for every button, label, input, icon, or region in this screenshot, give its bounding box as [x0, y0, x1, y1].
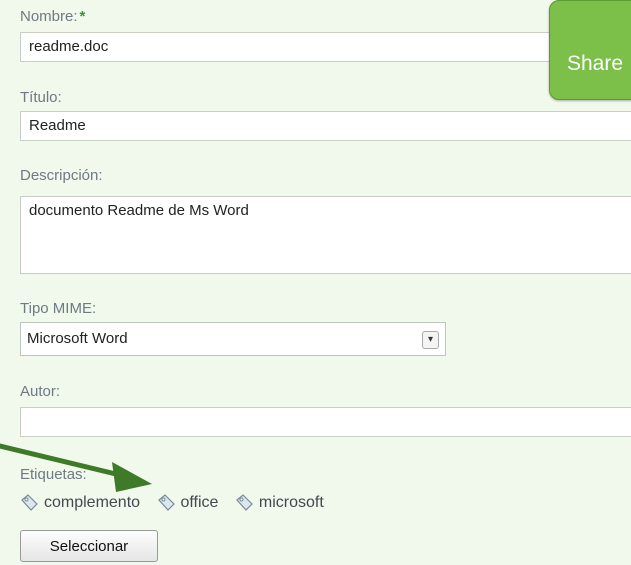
tag-item[interactable]: microsoft: [235, 494, 324, 512]
nombre-label: Nombre: *: [20, 8, 85, 25]
select-arrow-icon[interactable]: ▾: [422, 331, 439, 349]
descripcion-textarea[interactable]: documento Readme de Ms Word: [20, 196, 631, 274]
descripcion-label: Descripción:: [20, 167, 103, 184]
tag-icon: [157, 494, 175, 511]
tag-list: complemento office microsoft: [20, 494, 336, 517]
tag-icon: [236, 494, 253, 511]
nombre-label-text: Nombre:: [20, 8, 78, 25]
tag-item[interactable]: office: [157, 494, 219, 512]
tipo-mime-select[interactable]: Microsoft Word ▾: [20, 322, 446, 356]
tag-label: microsoft: [258, 494, 324, 511]
tag-label: office: [180, 494, 219, 511]
titulo-label: Título:: [20, 89, 62, 106]
nombre-field[interactable]: readme.doc: [20, 32, 631, 62]
tag-icon: [21, 494, 38, 511]
autor-field[interactable]: [20, 407, 631, 437]
etiquetas-label: Etiquetas:: [20, 466, 87, 483]
titulo-field[interactable]: Readme: [20, 111, 631, 141]
seleccionar-button[interactable]: Seleccionar: [20, 530, 158, 562]
tag-item[interactable]: complemento: [20, 494, 140, 512]
tipo-mime-value: Microsoft Word: [27, 330, 128, 347]
tipo-mime-label: Tipo MIME:: [20, 300, 97, 317]
required-mark: *: [79, 8, 86, 25]
share-button[interactable]: Share: [549, 0, 631, 100]
share-label: Share: [567, 52, 624, 75]
annotation-arrow-icon: [0, 443, 152, 492]
autor-label: Autor:: [20, 383, 61, 400]
tag-label: complemento: [44, 494, 141, 511]
